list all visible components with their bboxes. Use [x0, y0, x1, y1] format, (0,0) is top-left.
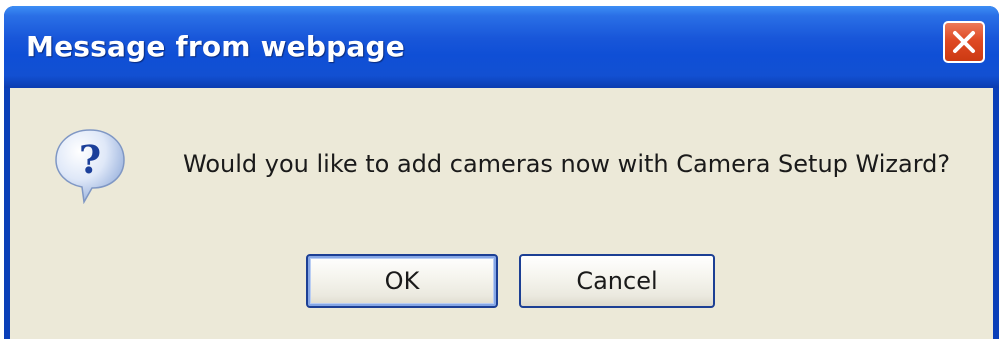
- cancel-button[interactable]: Cancel: [519, 254, 715, 308]
- dialog-message: Would you like to add cameras now with C…: [183, 150, 951, 178]
- svg-text:?: ?: [79, 137, 101, 182]
- ok-button[interactable]: OK: [306, 254, 498, 308]
- close-icon: [953, 31, 975, 53]
- message-dialog: Message from webpage ? Would you like to…: [4, 6, 999, 339]
- question-icon: ?: [55, 129, 125, 204]
- dialog-title: Message from webpage: [26, 30, 405, 63]
- dialog-body: ? Would you like to add cameras now with…: [10, 88, 993, 339]
- title-bar[interactable]: Message from webpage: [4, 6, 999, 88]
- close-button[interactable]: [943, 21, 985, 63]
